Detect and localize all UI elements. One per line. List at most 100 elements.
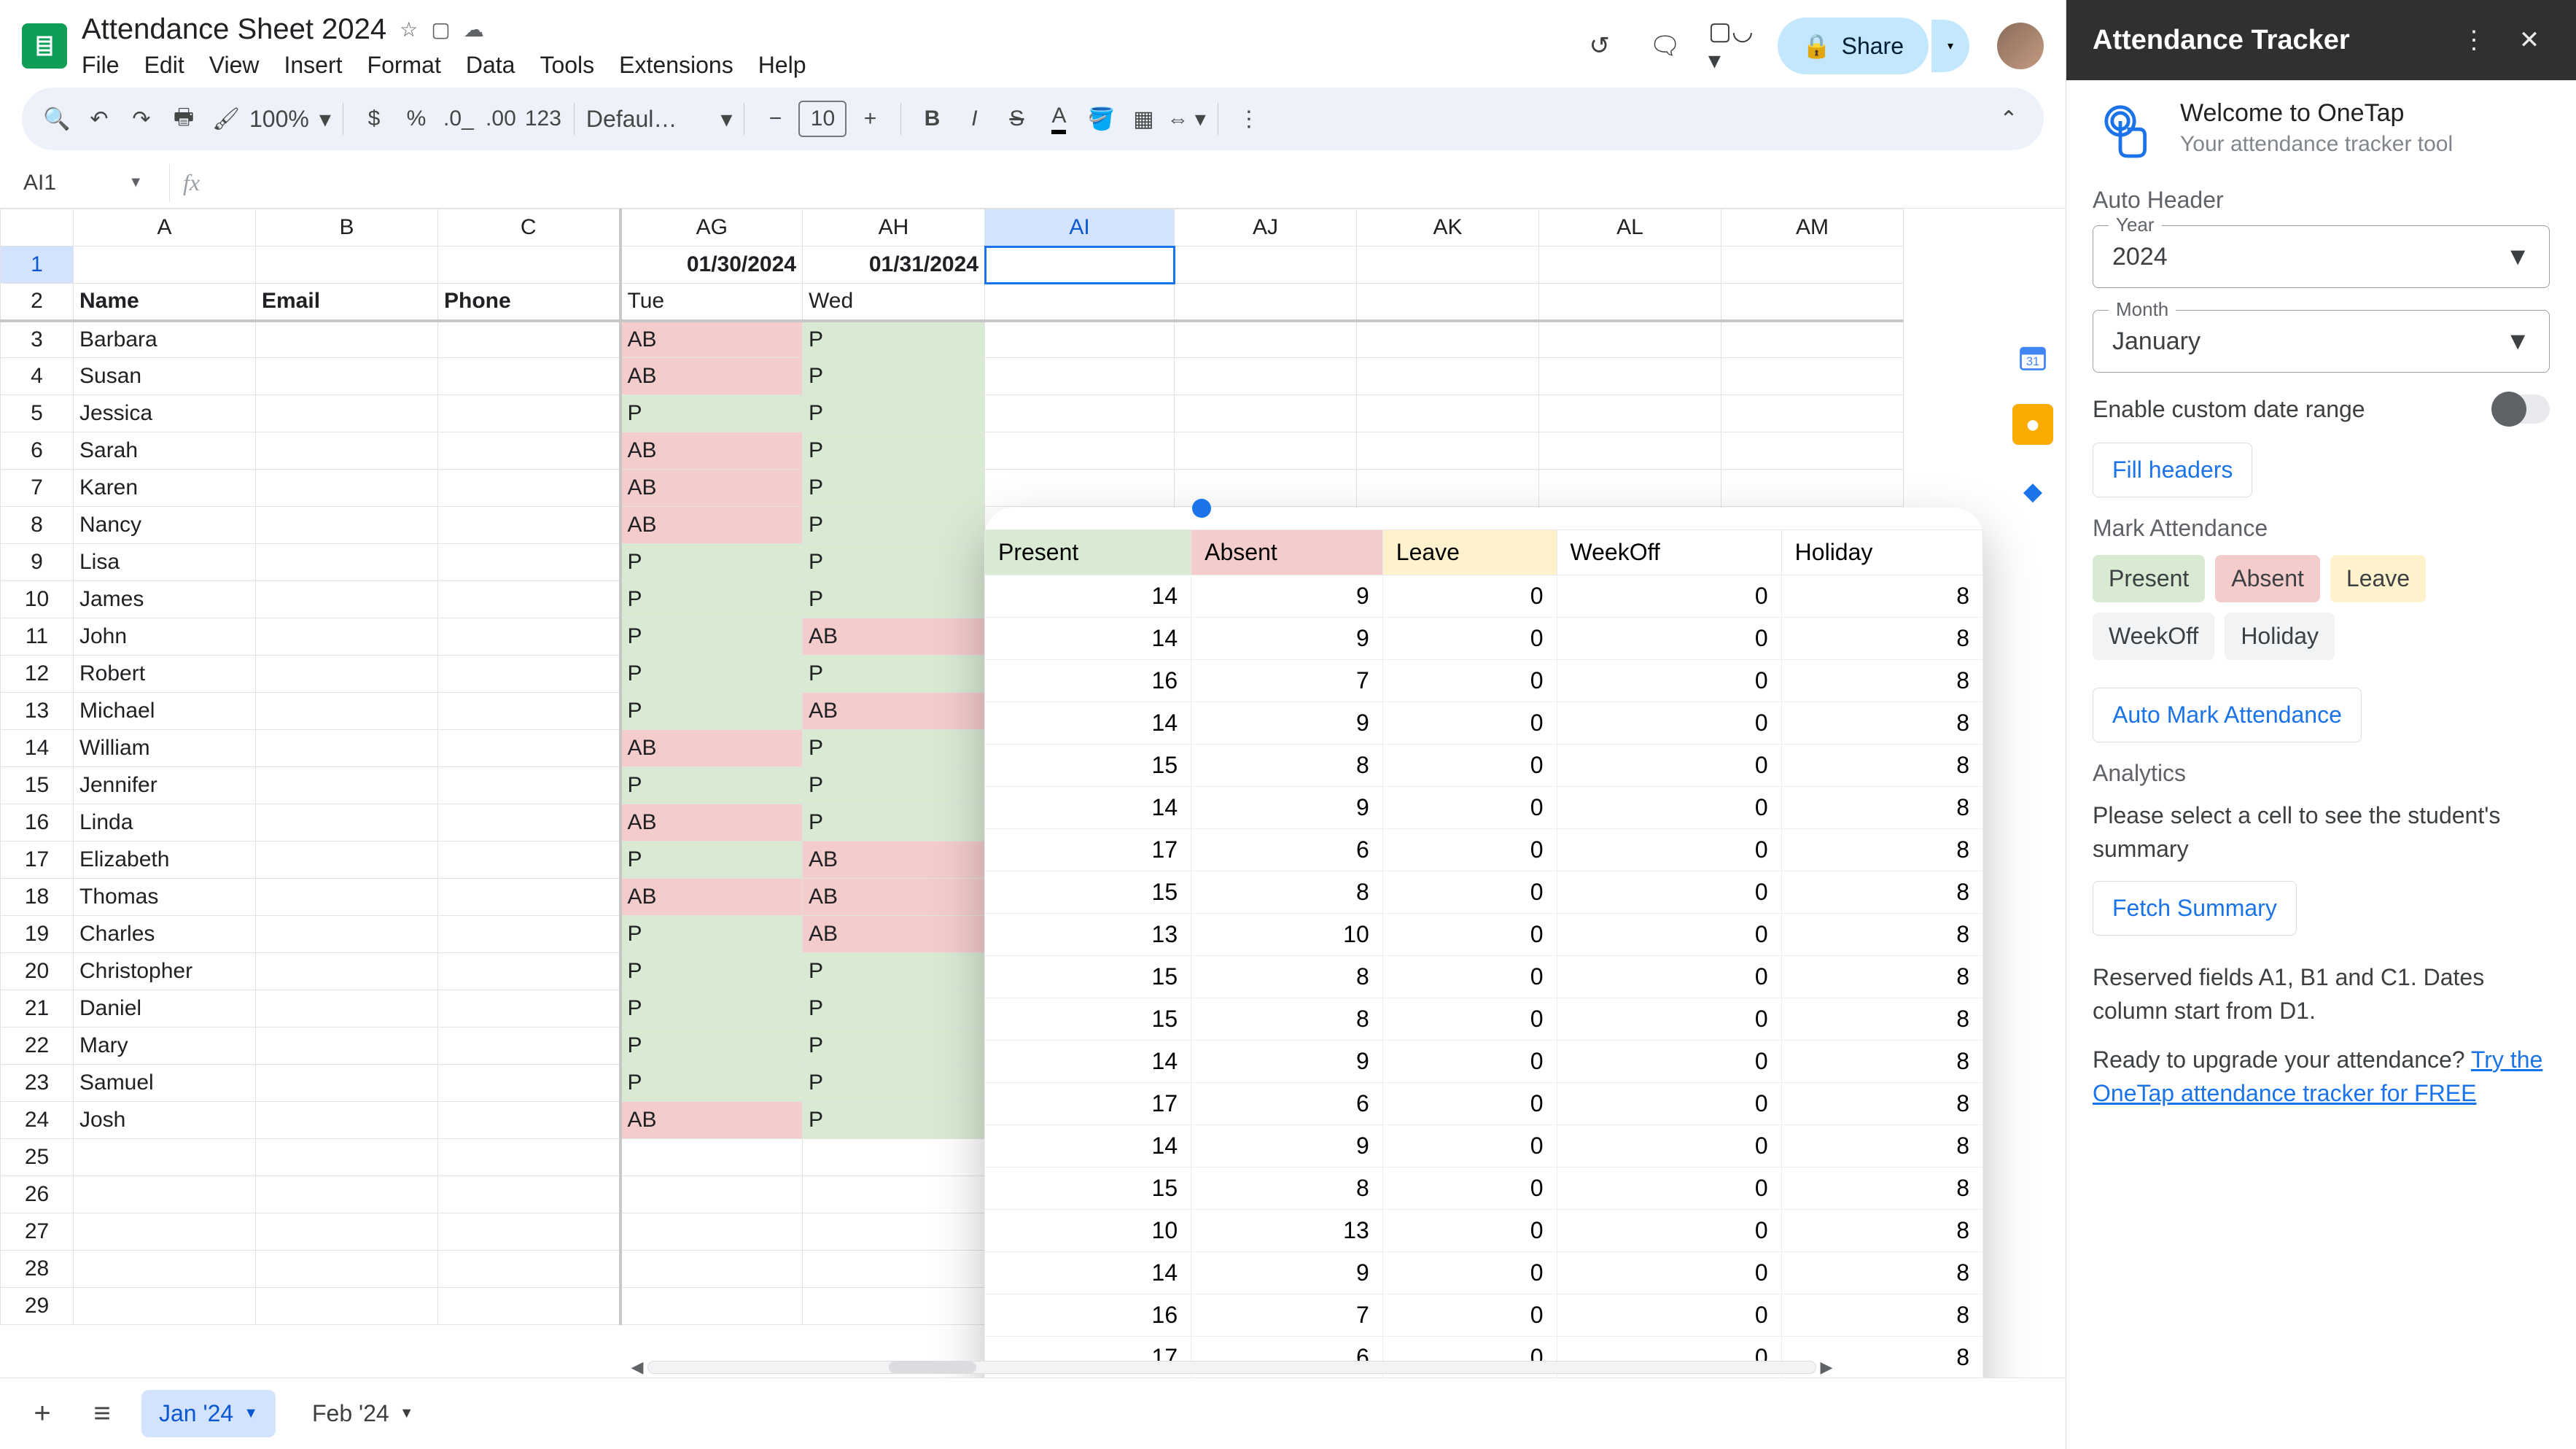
paint-format-icon[interactable]: 🖌 bbox=[207, 100, 245, 138]
cell[interactable]: Samuel bbox=[74, 1065, 256, 1102]
cell[interactable]: Jennifer bbox=[74, 767, 256, 804]
borders-icon[interactable]: ▦ bbox=[1124, 100, 1162, 138]
cell[interactable]: P bbox=[803, 507, 985, 544]
cell[interactable]: John bbox=[74, 618, 256, 656]
add-sheet-button[interactable]: + bbox=[22, 1394, 63, 1434]
bold-icon[interactable]: B bbox=[913, 100, 951, 138]
cell[interactable] bbox=[256, 1065, 438, 1102]
cell[interactable]: P bbox=[803, 1027, 985, 1065]
cell[interactable] bbox=[256, 1213, 438, 1251]
row-header[interactable]: 8 bbox=[1, 507, 74, 544]
select-all-corner[interactable] bbox=[1, 209, 74, 246]
cell[interactable] bbox=[438, 1213, 620, 1251]
cell[interactable]: AB bbox=[620, 507, 803, 544]
merge-icon[interactable]: ⇔ ▾ bbox=[1167, 100, 1205, 138]
cell[interactable] bbox=[438, 432, 620, 470]
cell[interactable] bbox=[1357, 321, 1539, 358]
row-header[interactable]: 19 bbox=[1, 916, 74, 953]
cell[interactable]: 01/31/2024 bbox=[803, 246, 985, 284]
cell[interactable] bbox=[438, 581, 620, 618]
cell[interactable] bbox=[1539, 284, 1721, 321]
cell[interactable] bbox=[985, 432, 1175, 470]
cell[interactable] bbox=[256, 581, 438, 618]
cell[interactable] bbox=[803, 1176, 985, 1213]
cell[interactable]: P bbox=[620, 581, 803, 618]
menu-tools[interactable]: Tools bbox=[540, 52, 594, 79]
cell[interactable] bbox=[438, 470, 620, 507]
col-header-A[interactable]: A bbox=[74, 209, 256, 246]
cell[interactable] bbox=[74, 1139, 256, 1176]
cell[interactable] bbox=[803, 1251, 985, 1288]
col-header-AG[interactable]: AG bbox=[620, 209, 803, 246]
row-header[interactable]: 22 bbox=[1, 1027, 74, 1065]
cell[interactable] bbox=[438, 321, 620, 358]
zoom-select[interactable]: 100%▾ bbox=[249, 105, 331, 133]
account-avatar[interactable] bbox=[1997, 23, 2044, 69]
row-header[interactable]: 7 bbox=[1, 470, 74, 507]
italic-icon[interactable]: I bbox=[955, 100, 993, 138]
cell[interactable] bbox=[438, 1102, 620, 1139]
cell[interactable]: Lisa bbox=[74, 544, 256, 581]
cell[interactable] bbox=[438, 916, 620, 953]
cell[interactable]: Daniel bbox=[74, 990, 256, 1027]
chip-holiday[interactable]: Holiday bbox=[2225, 613, 2335, 660]
name-box[interactable]: AI1 ▼ bbox=[10, 171, 156, 195]
chip-leave[interactable]: Leave bbox=[2330, 555, 2426, 602]
toolbar-more-icon[interactable]: ⋮ bbox=[1230, 100, 1268, 138]
cell[interactable] bbox=[1721, 470, 1904, 507]
cell[interactable] bbox=[438, 656, 620, 693]
cell[interactable] bbox=[438, 544, 620, 581]
cell[interactable] bbox=[1357, 246, 1539, 284]
col-header-C[interactable]: C bbox=[438, 209, 620, 246]
cell[interactable] bbox=[1721, 246, 1904, 284]
cell[interactable] bbox=[1721, 395, 1904, 432]
font-select[interactable]: Defaul…▾ bbox=[586, 105, 733, 133]
all-sheets-button[interactable]: ≡ bbox=[82, 1394, 122, 1434]
cell[interactable] bbox=[1539, 470, 1721, 507]
increase-font-icon[interactable]: + bbox=[851, 100, 889, 138]
sheets-logo-icon[interactable] bbox=[22, 23, 67, 69]
cell[interactable]: AB bbox=[620, 1102, 803, 1139]
cell[interactable]: Robert bbox=[74, 656, 256, 693]
cell[interactable] bbox=[74, 1176, 256, 1213]
cell[interactable]: Josh bbox=[74, 1102, 256, 1139]
row-header[interactable]: 17 bbox=[1, 842, 74, 879]
cell[interactable] bbox=[256, 618, 438, 656]
cell[interactable] bbox=[803, 1213, 985, 1251]
cell[interactable] bbox=[438, 395, 620, 432]
cell[interactable] bbox=[74, 1251, 256, 1288]
cell[interactable]: Nancy bbox=[74, 507, 256, 544]
cell[interactable] bbox=[256, 432, 438, 470]
cell[interactable] bbox=[620, 1213, 803, 1251]
cell[interactable] bbox=[256, 544, 438, 581]
cell[interactable] bbox=[985, 395, 1175, 432]
cell[interactable]: William bbox=[74, 730, 256, 767]
cell[interactable]: P bbox=[803, 581, 985, 618]
cell[interactable]: AB bbox=[620, 730, 803, 767]
col-header-AH[interactable]: AH bbox=[803, 209, 985, 246]
cell[interactable] bbox=[256, 804, 438, 842]
cell[interactable] bbox=[256, 953, 438, 990]
cell[interactable]: P bbox=[803, 767, 985, 804]
row-header[interactable]: 13 bbox=[1, 693, 74, 730]
auto-mark-button[interactable]: Auto Mark Attendance bbox=[2093, 688, 2362, 742]
cell[interactable] bbox=[256, 1251, 438, 1288]
cell[interactable] bbox=[256, 1176, 438, 1213]
cell[interactable] bbox=[438, 1176, 620, 1213]
menu-data[interactable]: Data bbox=[466, 52, 515, 79]
row-header[interactable]: 5 bbox=[1, 395, 74, 432]
cell[interactable] bbox=[438, 953, 620, 990]
cell[interactable] bbox=[438, 1139, 620, 1176]
cell[interactable] bbox=[985, 284, 1175, 321]
decrease-font-icon[interactable]: − bbox=[756, 100, 794, 138]
cell[interactable]: P bbox=[803, 432, 985, 470]
cell[interactable] bbox=[256, 693, 438, 730]
cell[interactable]: Elizabeth bbox=[74, 842, 256, 879]
row-header[interactable]: 1 bbox=[1, 246, 74, 284]
cell[interactable] bbox=[1175, 284, 1357, 321]
row-header[interactable]: 12 bbox=[1, 656, 74, 693]
row-header[interactable]: 9 bbox=[1, 544, 74, 581]
menu-extensions[interactable]: Extensions bbox=[619, 52, 734, 79]
menu-format[interactable]: Format bbox=[367, 52, 441, 79]
cell[interactable] bbox=[1175, 358, 1357, 395]
